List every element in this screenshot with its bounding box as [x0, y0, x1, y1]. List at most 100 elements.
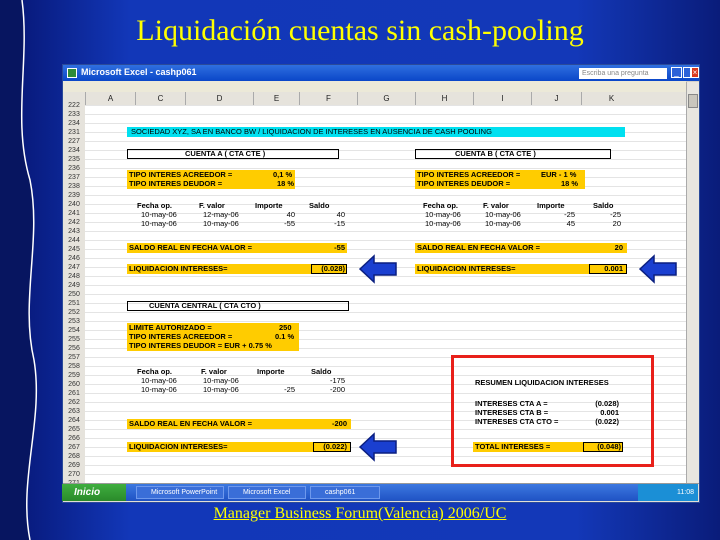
minimize-button[interactable]: _: [671, 67, 682, 78]
table-cell[interactable]: 40: [265, 210, 295, 219]
row-header[interactable]: 255: [63, 335, 85, 344]
scroll-thumb[interactable]: [688, 94, 698, 108]
row-header[interactable]: 262: [63, 398, 85, 407]
excel-icon: [67, 68, 77, 78]
row-header[interactable]: 256: [63, 344, 85, 353]
taskbar-item[interactable]: cashp061: [310, 486, 380, 499]
row-header[interactable]: 242: [63, 218, 85, 227]
arrow-left-icon: [638, 254, 677, 284]
account-b-balance-label: SALDO REAL EN FECHA VALOR =: [417, 243, 540, 252]
table-cell[interactable]: 10-may-06: [203, 219, 239, 228]
help-search-input[interactable]: Escriba una pregunta: [579, 68, 667, 79]
row-header[interactable]: 258: [63, 362, 85, 371]
table-cell[interactable]: -25: [545, 210, 575, 219]
column-header[interactable]: I: [473, 92, 531, 105]
row-header[interactable]: 233: [63, 110, 85, 119]
row-header[interactable]: 257: [63, 353, 85, 362]
account-a-header: CUENTA A ( CTA CTE ): [185, 149, 266, 158]
account-a-balance[interactable]: -55: [311, 243, 345, 252]
row-header[interactable]: 261: [63, 389, 85, 398]
table-cell[interactable]: 45: [545, 219, 575, 228]
central-balance[interactable]: -200: [313, 419, 347, 428]
row-header[interactable]: 235: [63, 155, 85, 164]
row-header[interactable]: 259: [63, 371, 85, 380]
row-header[interactable]: 245: [63, 245, 85, 254]
row-header[interactable]: 238: [63, 182, 85, 191]
row-header[interactable]: 244: [63, 236, 85, 245]
column-header[interactable]: H: [415, 92, 473, 105]
table-cell[interactable]: 10-may-06: [203, 385, 239, 394]
column-header[interactable]: C: [135, 92, 185, 105]
table-cell[interactable]: 10-may-06: [485, 219, 521, 228]
column-header[interactable]: D: [185, 92, 253, 105]
table-cell[interactable]: 10-may-06: [485, 210, 521, 219]
taskbar-item[interactable]: Microsoft Excel: [228, 486, 306, 499]
table-cell[interactable]: 10-may-06: [141, 210, 177, 219]
row-header[interactable]: 264: [63, 416, 85, 425]
table-cell[interactable]: -15: [315, 219, 345, 228]
row-header[interactable]: 263: [63, 407, 85, 416]
table-cell[interactable]: 10-may-06: [425, 219, 461, 228]
table-cell[interactable]: -175: [315, 376, 345, 385]
row-header[interactable]: 236: [63, 164, 85, 173]
row-header[interactable]: 252: [63, 308, 85, 317]
row-header[interactable]: 246: [63, 254, 85, 263]
account-b-liquidation[interactable]: 0.001: [589, 264, 623, 273]
row-header[interactable]: 270: [63, 470, 85, 479]
row-header[interactable]: 249: [63, 281, 85, 290]
close-button[interactable]: ×: [691, 67, 699, 78]
column-header[interactable]: G: [357, 92, 415, 105]
row-header[interactable]: 239: [63, 191, 85, 200]
table-cell[interactable]: 10-may-06: [203, 376, 239, 385]
row-header[interactable]: 251: [63, 299, 85, 308]
window-titlebar[interactable]: Microsoft Excel - cashp061 Escriba una p…: [63, 65, 699, 81]
table-cell[interactable]: -25: [591, 210, 621, 219]
table-cell[interactable]: 12-may-06: [203, 210, 239, 219]
summary-highlight-box: [451, 355, 654, 467]
column-header[interactable]: J: [531, 92, 581, 105]
row-header[interactable]: 260: [63, 380, 85, 389]
column-header[interactable]: A: [85, 92, 135, 105]
row-header[interactable]: 243: [63, 227, 85, 236]
row-header[interactable]: 227: [63, 137, 85, 146]
row-header[interactable]: 265: [63, 425, 85, 434]
row-header[interactable]: 234: [63, 119, 85, 128]
column-header[interactable]: F: [299, 92, 357, 105]
row-header[interactable]: 248: [63, 272, 85, 281]
row-header[interactable]: 247: [63, 263, 85, 272]
start-button[interactable]: Inicio: [62, 484, 126, 501]
table-cell[interactable]: -25: [265, 385, 295, 394]
row-header[interactable]: 254: [63, 326, 85, 335]
vertical-scrollbar[interactable]: [686, 82, 699, 483]
row-header[interactable]: 267: [63, 443, 85, 452]
table-cell[interactable]: 10-may-06: [141, 376, 177, 385]
central-rate-debtor-label: TIPO INTERES DEUDOR = EUR + 0.75 %: [129, 341, 272, 350]
row-header[interactable]: 222: [63, 101, 85, 110]
table-cell[interactable]: -55: [265, 219, 295, 228]
central-liquidation[interactable]: (0.022): [313, 442, 347, 451]
row-header[interactable]: 231: [63, 128, 85, 137]
system-tray-clock[interactable]: 11:08: [638, 484, 698, 501]
table-cell[interactable]: 10-may-06: [141, 385, 177, 394]
table-cell[interactable]: 20: [591, 219, 621, 228]
maximize-button[interactable]: [683, 67, 691, 78]
taskbar-item[interactable]: Microsoft PowerPoint: [136, 486, 224, 499]
column-header[interactable]: E: [253, 92, 299, 105]
column-header[interactable]: K: [581, 92, 641, 105]
table-cell[interactable]: 10-may-06: [141, 219, 177, 228]
table-cell[interactable]: 40: [315, 210, 345, 219]
row-header[interactable]: 250: [63, 290, 85, 299]
row-header[interactable]: 268: [63, 452, 85, 461]
row-header[interactable]: 241: [63, 209, 85, 218]
table-cell[interactable]: 10-may-06: [425, 210, 461, 219]
slide-footer[interactable]: Manager Business Forum(Valencia) 2006/UC: [0, 505, 720, 523]
row-header[interactable]: 269: [63, 461, 85, 470]
row-header[interactable]: 266: [63, 434, 85, 443]
row-header[interactable]: 253: [63, 317, 85, 326]
row-header[interactable]: 237: [63, 173, 85, 182]
account-a-liquidation[interactable]: (0.028): [311, 264, 345, 273]
row-header[interactable]: 240: [63, 200, 85, 209]
account-b-balance[interactable]: 20: [589, 243, 623, 252]
row-header[interactable]: 234: [63, 146, 85, 155]
table-cell[interactable]: -200: [315, 385, 345, 394]
